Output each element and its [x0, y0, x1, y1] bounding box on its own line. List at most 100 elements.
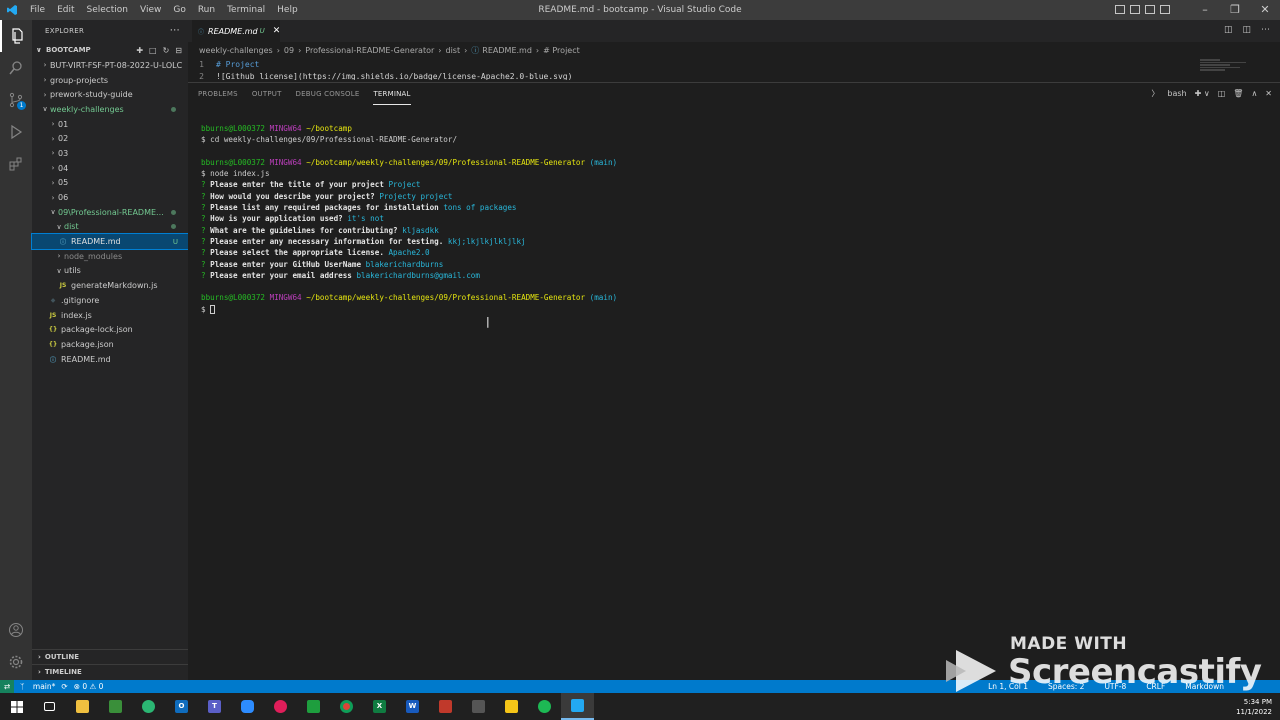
tree-file[interactable]: {} package.json [32, 337, 188, 352]
close-window-icon[interactable]: ✕ [1250, 0, 1280, 20]
more-actions-icon[interactable]: ⋯ [1261, 25, 1270, 35]
source-control-icon[interactable]: 1 [0, 84, 32, 116]
tree-folder[interactable]: › 06 [32, 190, 188, 205]
editor-actions: ◫ ◫ ⋯ [1224, 25, 1270, 35]
collapse-all-icon[interactable]: ⊟ [175, 46, 182, 55]
menu-selection[interactable]: Selection [81, 0, 134, 20]
tree-folder[interactable]: › node_modules [32, 249, 188, 264]
menu-go[interactable]: Go [167, 0, 191, 20]
extensions-icon[interactable] [0, 148, 32, 180]
workspace-section[interactable]: ∨ BOOTCAMP ✚ □ ↻ ⊟ [32, 42, 188, 58]
menu-terminal[interactable]: Terminal [221, 0, 271, 20]
tree-folder[interactable]: › 02 [32, 131, 188, 146]
toggle-sidebar-icon[interactable] [1115, 5, 1125, 14]
tree-file[interactable]: JS generateMarkdown.js [32, 278, 188, 293]
tree-folder[interactable]: › 05 [32, 176, 188, 191]
problems-status[interactable]: ⊗ 0 ⚠ 0 [74, 682, 104, 691]
clock[interactable]: 5:34 PM 11/1/2022 [1236, 697, 1272, 717]
shell-name[interactable]: bash [1167, 89, 1186, 98]
new-terminal-icon[interactable]: ✚ ∨ [1195, 89, 1210, 98]
file-explorer-icon[interactable] [66, 693, 99, 720]
task-view-icon[interactable] [33, 693, 66, 720]
tree-folder[interactable]: › 01 [32, 117, 188, 132]
menu-view[interactable]: View [134, 0, 167, 20]
open-preview-icon[interactable]: ◫ [1224, 25, 1233, 35]
split-editor-icon[interactable]: ◫ [1242, 25, 1251, 35]
tab-terminal[interactable]: TERMINAL [373, 83, 411, 105]
restore-icon[interactable]: ❐ [1220, 0, 1250, 20]
app-icon[interactable] [297, 693, 330, 720]
tree-folder[interactable]: › prework-study-guide [32, 87, 188, 102]
breadcrumb-item[interactable]: dist [445, 46, 460, 55]
windows-start-icon[interactable] [0, 693, 33, 720]
chevron-up-icon[interactable]: ∧ [1251, 89, 1257, 98]
vscode-taskbar-icon[interactable] [561, 693, 594, 720]
tree-folder[interactable]: ∨ weekly-challenges [32, 102, 188, 117]
tab-output[interactable]: OUTPUT [252, 83, 282, 105]
run-debug-icon[interactable] [0, 116, 32, 148]
chrome-icon[interactable] [330, 693, 363, 720]
tree-file[interactable]: {} package-lock.json [32, 322, 188, 337]
toggle-panel-icon[interactable] [1130, 5, 1140, 14]
tree-folder[interactable]: ∨ dist [32, 220, 188, 235]
remote-indicator-icon[interactable]: ⇄ [0, 680, 14, 693]
search-app-icon[interactable] [132, 693, 165, 720]
breadcrumb-item[interactable]: Professional-README-Generator [305, 46, 434, 55]
calculator-icon[interactable] [462, 693, 495, 720]
tree-file-selected[interactable]: ⓘ README.md U [31, 233, 189, 250]
tree-file[interactable]: ◆ .gitignore [32, 293, 188, 308]
trash-icon[interactable]: 🗑 [1233, 89, 1243, 98]
git-branch-status[interactable]: ᛉ main* [20, 682, 55, 691]
menu-file[interactable]: File [24, 0, 51, 20]
terminal-output[interactable]: bburns@L000372 MINGW64 ~/bootcamp $ cd w… [201, 123, 617, 315]
menu-run[interactable]: Run [192, 0, 221, 20]
refresh-icon[interactable]: ↻ [163, 46, 170, 55]
more-actions-icon[interactable]: ⋯ [170, 20, 180, 42]
close-panel-icon[interactable]: ✕ [1265, 89, 1272, 98]
word-icon[interactable]: W [396, 693, 429, 720]
search-icon[interactable] [0, 52, 32, 84]
app-icon[interactable] [99, 693, 132, 720]
tree-file[interactable]: ⓘ README.md [32, 352, 188, 367]
menu-edit[interactable]: Edit [51, 0, 80, 20]
spotify-icon[interactable] [528, 693, 561, 720]
explorer-icon[interactable] [0, 20, 32, 52]
settings-gear-icon[interactable] [0, 646, 32, 678]
zoom-icon[interactable] [231, 693, 264, 720]
minimize-icon[interactable]: – [1190, 0, 1220, 20]
slack-icon[interactable] [264, 693, 297, 720]
tab-readme[interactable]: ⓘ README.md U ✕ [192, 20, 280, 42]
breadcrumb-item[interactable]: # Project [543, 46, 580, 55]
sync-icon[interactable]: ⟳ [61, 682, 67, 691]
excel-icon[interactable]: X [363, 693, 396, 720]
tree-folder[interactable]: ∨ utils [32, 264, 188, 279]
sticky-notes-icon[interactable] [495, 693, 528, 720]
app-icon[interactable] [429, 693, 462, 720]
split-terminal-icon[interactable]: ◫ [1218, 89, 1226, 98]
toggle-secondary-sidebar-icon[interactable] [1145, 5, 1155, 14]
scm-badge: 1 [17, 101, 26, 110]
minimap[interactable] [1200, 58, 1250, 80]
close-tab-icon[interactable]: ✕ [273, 26, 281, 36]
account-icon[interactable] [0, 614, 32, 646]
timeline-section[interactable]: › TIMELINE [32, 664, 188, 679]
tree-folder[interactable]: › 04 [32, 161, 188, 176]
tree-folder[interactable]: › 03 [32, 146, 188, 161]
teams-icon[interactable]: T [198, 693, 231, 720]
tab-problems[interactable]: PROBLEMS [198, 83, 238, 105]
tree-folder[interactable]: ∨ 09\Professional-README... [32, 205, 188, 220]
code-editor[interactable]: 1 # Project 2 ![Github license](https://… [188, 58, 1280, 80]
breadcrumb-item[interactable]: README.md [482, 46, 532, 55]
outline-section[interactable]: › OUTLINE [32, 649, 188, 664]
tab-debug-console[interactable]: DEBUG CONSOLE [296, 83, 360, 105]
menu-help[interactable]: Help [271, 0, 304, 20]
tree-folder[interactable]: › BUT-VIRT-FSF-PT-08-2022-U-LOLC [32, 58, 188, 73]
breadcrumb-item[interactable]: weekly-challenges [199, 46, 273, 55]
customize-layout-icon[interactable] [1160, 5, 1170, 14]
tree-folder[interactable]: › group-projects [32, 73, 188, 88]
tree-file[interactable]: JS index.js [32, 308, 188, 323]
outlook-icon[interactable]: O [165, 693, 198, 720]
new-file-icon[interactable]: ✚ [136, 46, 143, 55]
new-folder-icon[interactable]: □ [149, 46, 157, 55]
breadcrumb-item[interactable]: 09 [284, 46, 294, 55]
